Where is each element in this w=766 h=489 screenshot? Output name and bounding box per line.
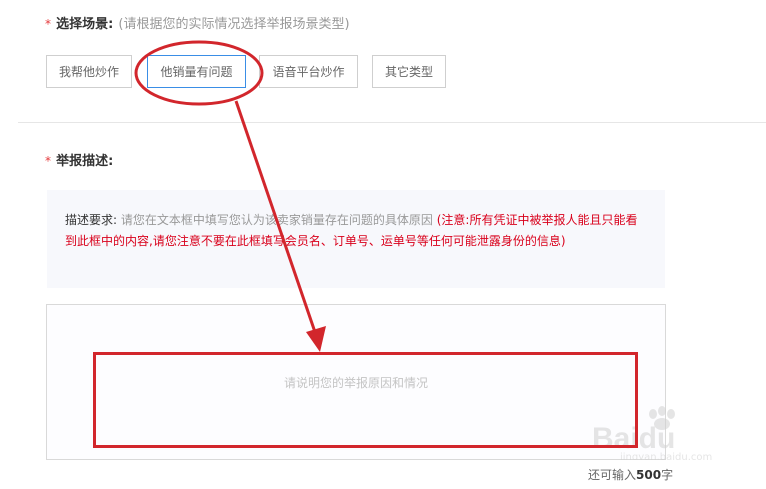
scene-header: * 选择场景: (请根据您的实际情况选择举报场景类型) bbox=[45, 13, 350, 32]
section-divider bbox=[18, 122, 766, 123]
report-description-textarea[interactable] bbox=[46, 304, 666, 460]
scene-label: 选择场景: bbox=[56, 17, 114, 32]
counter-suffix: 字 bbox=[661, 468, 674, 482]
desc-requirement-label: 描述要求: bbox=[65, 213, 118, 227]
counter-prefix: 还可输入 bbox=[588, 468, 637, 482]
scene-option-sales-issue[interactable]: 他销量有问题 bbox=[147, 55, 246, 88]
required-mark: * bbox=[45, 154, 51, 168]
scene-option-self-hype[interactable]: 我帮他炒作 bbox=[46, 55, 132, 88]
description-requirements-box: 描述要求: 请您在文本框中填写您认为该卖家销量存在问题的具体原因 (注意:所有凭… bbox=[47, 190, 665, 288]
scene-hint: (请根据您的实际情况选择举报场景类型) bbox=[118, 17, 350, 32]
report-header: * 举报描述: bbox=[45, 150, 113, 169]
report-label: 举报描述: bbox=[56, 154, 114, 169]
scene-option-voice-platform-hype[interactable]: 语音平台炒作 bbox=[259, 55, 358, 88]
desc-requirement-text: 请您在文本框中填写您认为该卖家销量存在问题的具体原因 bbox=[120, 213, 433, 227]
required-mark: * bbox=[45, 17, 51, 31]
char-counter: 还可输入500字 bbox=[588, 466, 673, 483]
scene-option-other[interactable]: 其它类型 bbox=[372, 55, 446, 88]
counter-value: 500 bbox=[636, 468, 662, 482]
